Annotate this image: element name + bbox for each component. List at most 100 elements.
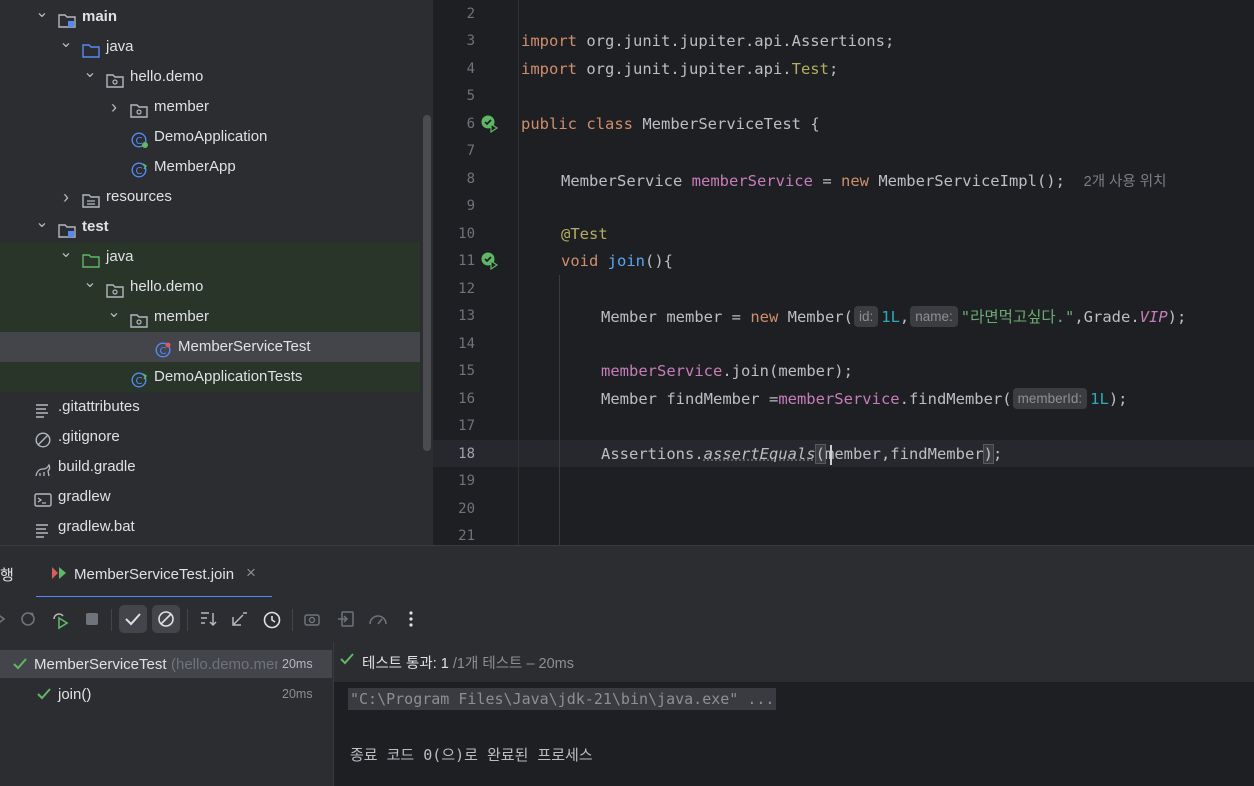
- run-tool-window-header: 행 MemberServiceTest.join ×: [0, 545, 1254, 598]
- tree-item-gradlew[interactable]: gradlew: [0, 482, 420, 512]
- tree-scrollbar[interactable]: [423, 115, 431, 451]
- line-number[interactable]: 9: [433, 198, 475, 214]
- line-number[interactable]: 8: [433, 171, 475, 187]
- camera-icon[interactable]: [298, 605, 326, 633]
- ignore-file-icon: [34, 429, 52, 448]
- line-number[interactable]: 7: [433, 143, 475, 159]
- passed-check-icon: [340, 653, 354, 665]
- collapse-all-icon[interactable]: [225, 605, 253, 633]
- line-number[interactable]: 18: [433, 446, 475, 462]
- line-number[interactable]: 20: [433, 501, 475, 517]
- status-label: 테스트 통과:: [362, 656, 437, 672]
- console-output[interactable]: 테스트 통과: 1 /1개 테스트 – 20ms "C:\Program Fil…: [334, 642, 1254, 786]
- chevron-down-icon[interactable]: ⌄: [82, 272, 98, 302]
- tree-item-label: .gitattributes: [58, 398, 140, 415]
- chevron-down-icon[interactable]: ⌄: [106, 302, 122, 332]
- code-line-8: MemberService memberService = new Member…: [561, 170, 1166, 191]
- field-text: memberService: [601, 362, 723, 380]
- chevron-right-icon[interactable]: ›: [58, 182, 74, 212]
- import-tests-icon[interactable]: [332, 605, 360, 633]
- tree-item-label: MemberServiceTest: [178, 338, 311, 355]
- coverage-gauge-icon[interactable]: [364, 605, 392, 633]
- tree-item-memberservicetest[interactable]: C MemberServiceTest: [0, 332, 420, 362]
- toggle-auto-test-icon[interactable]: [45, 605, 73, 633]
- code-text: MemberService: [561, 172, 692, 190]
- keyword: public: [521, 115, 577, 133]
- tree-item-label: java: [106, 38, 134, 55]
- tree-item-hello-demo[interactable]: ⌄ hello.demo: [0, 62, 420, 92]
- tree-item-member[interactable]: › member: [0, 92, 420, 122]
- line-number[interactable]: 10: [433, 226, 475, 242]
- keyword: import: [521, 60, 577, 78]
- line-number[interactable]: 4: [433, 61, 475, 77]
- tree-item-java[interactable]: ⌄ java: [0, 32, 420, 62]
- line-number[interactable]: 19: [433, 473, 475, 489]
- tab-close-icon[interactable]: ×: [246, 563, 256, 583]
- test-status-bar: 테스트 통과: 1 /1개 테스트 – 20ms: [334, 642, 1254, 682]
- test-result-row-method[interactable]: join() 20ms: [0, 680, 332, 708]
- sort-icon[interactable]: [194, 605, 222, 633]
- tree-item-member[interactable]: ⌄ member: [0, 302, 420, 332]
- run-test-class-icon[interactable]: [481, 115, 499, 133]
- tree-item-java[interactable]: ⌄ java: [0, 242, 420, 272]
- tree-item-memberapp[interactable]: C MemberApp: [0, 152, 420, 182]
- line-number[interactable]: 15: [433, 363, 475, 379]
- history-icon[interactable]: [258, 605, 286, 633]
- chevron-down-icon[interactable]: ⌄: [34, 2, 50, 32]
- show-ignored-icon[interactable]: [152, 605, 180, 633]
- line-number[interactable]: 17: [433, 418, 475, 434]
- tab-run-config[interactable]: MemberServiceTest.join ×: [36, 546, 272, 598]
- line-number[interactable]: 21: [433, 528, 475, 544]
- tree-item-demoapplication[interactable]: C DemoApplication: [0, 122, 420, 152]
- tree-item-label: resources: [106, 188, 172, 205]
- code-text: org.junit.jupiter.api.: [577, 60, 792, 78]
- field-text: memberService: [778, 390, 900, 408]
- chevron-down-icon[interactable]: ⌄: [58, 32, 74, 62]
- code-line-4: import org.junit.jupiter.api.Test;: [521, 60, 838, 78]
- tree-item-test[interactable]: ⌄ test: [0, 212, 420, 242]
- tree-item-gitattributes[interactable]: .gitattributes: [0, 392, 420, 422]
- line-number[interactable]: 3: [433, 33, 475, 49]
- chevron-down-icon[interactable]: ⌄: [58, 242, 74, 272]
- chevron-right-icon[interactable]: ›: [106, 92, 122, 122]
- line-number[interactable]: 16: [433, 391, 475, 407]
- rerun-icon[interactable]: [0, 605, 14, 633]
- tree-item-build-gradle[interactable]: build.gradle: [0, 452, 420, 482]
- line-number[interactable]: 12: [433, 281, 475, 297]
- test-class-package: (hello.demo.mem: [171, 656, 278, 673]
- line-number[interactable]: 5: [433, 88, 475, 104]
- line-number[interactable]: 13: [433, 308, 475, 324]
- line-number[interactable]: 2: [433, 6, 475, 22]
- keyword: class: [586, 115, 634, 133]
- spring-test-class-icon: C: [130, 369, 148, 388]
- show-passed-icon[interactable]: [119, 605, 147, 633]
- rerun-failed-icon[interactable]: [14, 605, 42, 633]
- chevron-down-icon[interactable]: ⌄: [34, 212, 50, 242]
- module-folder-icon: [58, 219, 76, 238]
- text-caret: [830, 445, 832, 465]
- line-number[interactable]: 14: [433, 336, 475, 352]
- tree-item-label: java: [106, 248, 134, 265]
- chevron-down-icon[interactable]: ⌄: [82, 62, 98, 92]
- more-options-icon[interactable]: [397, 605, 425, 633]
- code-text: Member member =: [601, 308, 751, 326]
- passed-check-icon: [13, 658, 27, 670]
- project-tree: ⌄ main ⌄ java ⌄ hello.demo › member C DemoApplica…: [0, 0, 433, 545]
- tree-item-main[interactable]: ⌄ main: [0, 2, 420, 32]
- test-result-row-class[interactable]: MemberServiceTest (hello.demo.mem 20ms: [0, 650, 332, 678]
- tree-item-demoapplicationtests[interactable]: C DemoApplicationTests: [0, 362, 420, 392]
- code-editor[interactable]: 2 3 4 5 6 7 8 9 10 11 12 13 14 15 16 17 18 19 20 21 import …: [433, 0, 1254, 545]
- tree-item-gitignore[interactable]: .gitignore: [0, 422, 420, 452]
- stop-icon[interactable]: [78, 605, 106, 633]
- tree-item-gradlew-bat[interactable]: gradlew.bat: [0, 512, 420, 542]
- run-test-method-icon[interactable]: [481, 252, 499, 270]
- code-text: ,Grade.: [1074, 308, 1140, 326]
- package-icon: [130, 309, 148, 328]
- usages-inlay[interactable]: 2개 사용 위치: [1084, 174, 1167, 190]
- line-number[interactable]: 11: [433, 253, 475, 269]
- svg-text:C: C: [160, 346, 167, 357]
- console-command-line: "C:\Program Files\Java\jdk-21\bin\java.e…: [348, 688, 777, 710]
- tree-item-resources[interactable]: › resources: [0, 182, 420, 212]
- tree-item-hello-demo[interactable]: ⌄ hello.demo: [0, 272, 420, 302]
- line-number[interactable]: 6: [433, 116, 475, 132]
